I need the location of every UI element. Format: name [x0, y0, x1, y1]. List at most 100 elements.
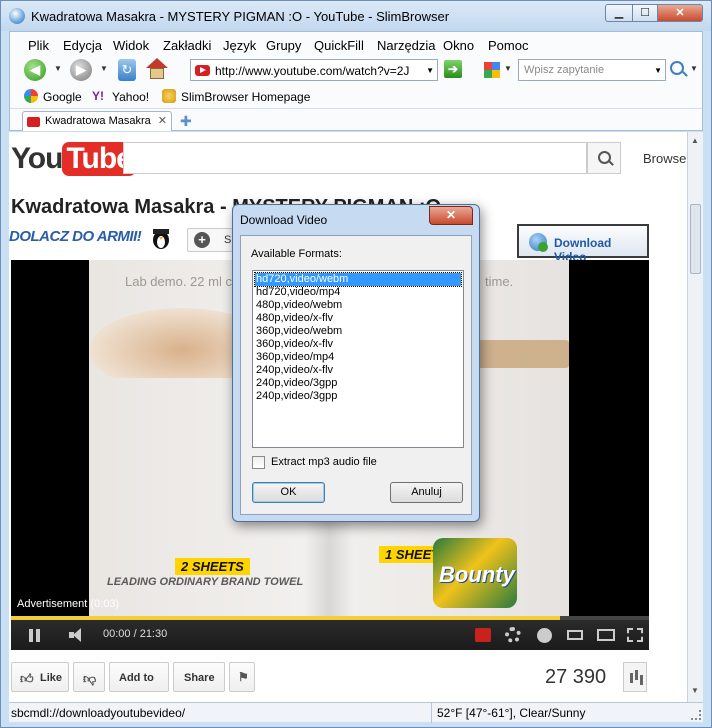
download-video-dialog: Download Video ✕ Available Formats: hd72…	[232, 204, 480, 522]
bookmark-google[interactable]: Google	[43, 90, 82, 104]
dialog-body: Available Formats: hd720,video/webm hd720…	[240, 235, 472, 515]
youtube-search-input[interactable]	[123, 142, 587, 174]
search-icon[interactable]	[670, 61, 684, 75]
format-option[interactable]: 480p,video/webm	[255, 299, 461, 312]
plus-icon: +	[194, 232, 210, 248]
annotations-icon[interactable]	[475, 628, 491, 642]
dialog-close-button[interactable]: ✕	[429, 206, 473, 225]
search-options-dropdown-icon[interactable]: ▼	[690, 64, 698, 73]
view-count: 27 390	[545, 666, 607, 688]
menu-plik[interactable]: Plik	[28, 38, 49, 53]
forward-dropdown-icon[interactable]: ▼	[100, 64, 108, 73]
youtube-search-button[interactable]	[587, 142, 621, 174]
title-bar[interactable]: Kwadratowa Masakra - MYSTERY PIGMAN :O -…	[1, 1, 711, 31]
bookmark-slimbrowser[interactable]: SlimBrowser Homepage	[181, 90, 310, 104]
refresh-icon[interactable]: ↻	[118, 59, 136, 81]
two-sheets-label: 2 SHEETS	[175, 558, 250, 575]
menu-pomoc[interactable]: Pomoc	[488, 38, 528, 53]
tab-bar: Kwadratowa Masakra ✕ ✚	[10, 108, 702, 131]
share-button[interactable]: Share	[173, 662, 225, 692]
small-player-icon[interactable]	[567, 630, 583, 640]
youtube-logo[interactable]: You Tube	[11, 142, 136, 176]
add-to-button[interactable]: Add to	[109, 662, 169, 692]
minimize-button[interactable]: ▁	[605, 4, 633, 22]
new-tab-icon[interactable]: ✚	[180, 113, 192, 130]
bounty-logo: Bounty	[433, 538, 517, 608]
format-option[interactable]: 360p,video/mp4	[255, 351, 461, 364]
address-bar[interactable]: http://www.youtube.com/watch?v=2J ▼	[190, 59, 438, 81]
formats-listbox[interactable]: hd720,video/webm hd720,video/mp4 480p,vide…	[252, 270, 464, 448]
scroll-down-icon[interactable]: ▼	[691, 686, 699, 695]
flag-button[interactable]: ⚑	[229, 662, 255, 692]
slimbrowser-app-icon	[9, 8, 25, 24]
format-option[interactable]: hd720,video/mp4	[255, 286, 461, 299]
forward-arrow-icon[interactable]: ▶	[70, 59, 92, 81]
vertical-scrollbar[interactable]: ▲ ▼	[687, 132, 703, 702]
tab-kwadratowa-masakra[interactable]: Kwadratowa Masakra ✕	[22, 111, 172, 131]
yahoo-icon: Y!	[92, 89, 104, 103]
search-dropdown-icon[interactable]: ▼	[654, 66, 662, 75]
menu-quickfill[interactable]: QuickFill	[314, 38, 364, 53]
go-button[interactable]: ➔	[444, 60, 462, 78]
url-dropdown-icon[interactable]: ▼	[426, 66, 434, 75]
slimbrowser-icon	[162, 89, 176, 103]
menu-narzedzia[interactable]: Narzędzia	[377, 38, 436, 53]
search-box[interactable]: Wpisz zapytanie ▼	[518, 59, 666, 81]
subscribe-button[interactable]: + S	[187, 228, 233, 252]
search-engine-icon[interactable]	[484, 62, 500, 78]
stats-icon[interactable]	[623, 662, 647, 692]
format-option[interactable]: 240p,video/3gpp	[255, 390, 461, 403]
menu-okno[interactable]: Okno	[443, 38, 474, 53]
gear-icon[interactable]	[505, 627, 521, 643]
player-controls: 00:00 / 21:30	[11, 620, 649, 650]
browse-link[interactable]: Browse	[643, 151, 686, 166]
back-dropdown-icon[interactable]: ▼	[54, 64, 62, 73]
bookmark-yahoo[interactable]: Yahoo!	[112, 90, 149, 104]
menu-widok[interactable]: Widok	[113, 38, 149, 53]
status-divider	[431, 703, 432, 723]
pause-icon[interactable]	[29, 629, 41, 642]
flag-icon: ⚑	[238, 670, 249, 684]
extract-mp3-checkbox[interactable]	[252, 456, 265, 469]
menu-grupy[interactable]: Grupy	[266, 38, 301, 53]
ok-button[interactable]: OK	[252, 482, 325, 503]
penguin-icon	[153, 229, 169, 249]
format-option[interactable]: 240p,video/x-flv	[255, 364, 461, 377]
extract-mp3-label[interactable]: Extract mp3 audio file	[271, 456, 377, 468]
format-option[interactable]: hd720,video/webm	[254, 272, 462, 287]
home-icon[interactable]	[146, 58, 168, 80]
bounty-text: Bounty	[439, 562, 515, 587]
format-option[interactable]: 360p,video/webm	[255, 325, 461, 338]
volume-icon[interactable]	[69, 628, 89, 642]
menu-zakladki[interactable]: Zakładki	[163, 38, 211, 53]
google-icon	[24, 89, 38, 103]
format-option[interactable]: 480p,video/x-flv	[255, 312, 461, 325]
menu-jezyk[interactable]: Język	[223, 38, 256, 53]
url-text[interactable]: http://www.youtube.com/watch?v=2J	[215, 64, 421, 78]
tab-close-icon[interactable]: ✕	[158, 114, 167, 127]
like-button[interactable]: 👍︎ Like	[11, 662, 69, 692]
download-video-button[interactable]: Download Video	[517, 224, 649, 264]
large-player-icon[interactable]	[597, 629, 615, 641]
status-url: sbcmdl://downloadyoutubevideo/	[11, 706, 186, 720]
channel-banner[interactable]: DOLACZ DO ARMII!	[9, 228, 142, 245]
logo-you-text: You	[11, 142, 63, 175]
available-formats-label: Available Formats:	[251, 248, 342, 260]
maximize-button[interactable]: ☐	[632, 4, 658, 22]
dislike-button[interactable]: 👎︎	[73, 662, 105, 692]
scroll-up-icon[interactable]: ▲	[691, 136, 699, 145]
close-button[interactable]: ✕	[657, 4, 703, 22]
like-label: Like	[40, 672, 63, 684]
menu-edycja[interactable]: Edycja	[63, 38, 102, 53]
cancel-button[interactable]: Anuluj	[390, 482, 463, 503]
scrollbar-thumb[interactable]	[690, 204, 701, 274]
back-arrow-icon[interactable]: ◀	[24, 59, 46, 81]
search-engine-dropdown-icon[interactable]: ▼	[504, 64, 512, 73]
youtube-favicon-icon	[27, 117, 40, 127]
fullscreen-icon[interactable]	[627, 628, 643, 642]
format-option[interactable]: 240p,video/3gpp	[255, 377, 461, 390]
resize-grip-icon[interactable]	[691, 710, 701, 720]
watch-later-icon[interactable]	[537, 628, 552, 643]
video-actions: 👍︎ Like 👎︎ Add to Share ⚑ 27 390	[11, 658, 687, 698]
format-option[interactable]: 360p,video/x-flv	[255, 338, 461, 351]
